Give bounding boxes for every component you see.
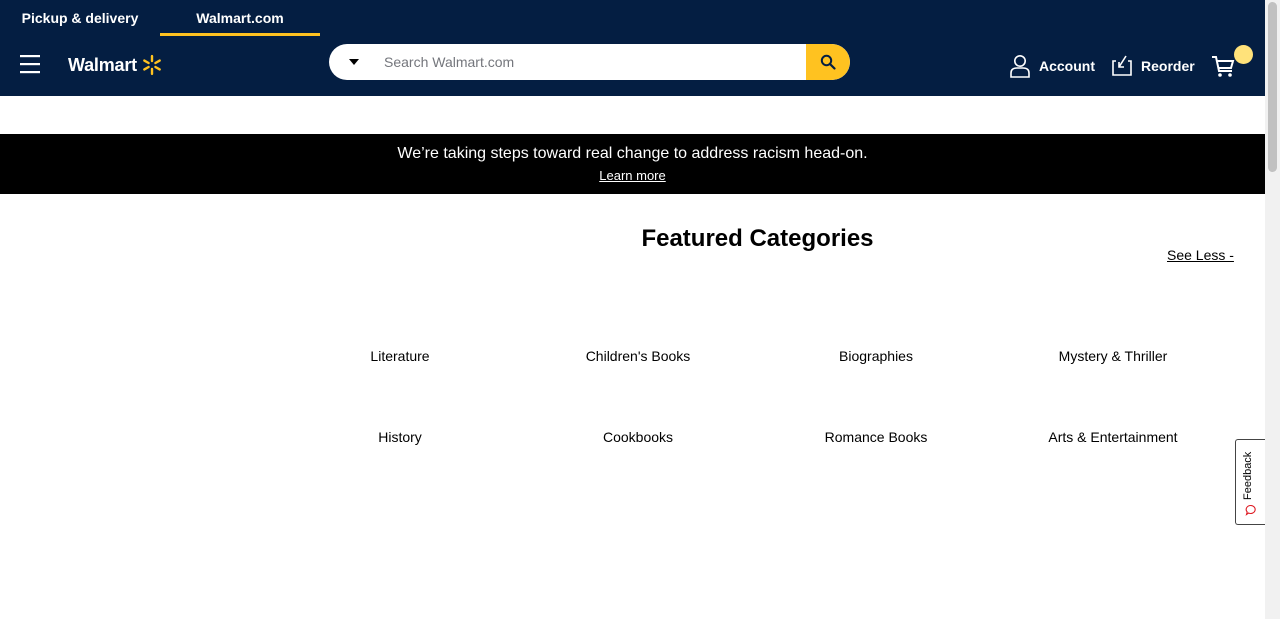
account-label: Account [1039, 58, 1095, 74]
logo-text: Walmart [68, 54, 137, 75]
search-input[interactable] [375, 44, 806, 80]
tab-walmart-com[interactable]: Walmart.com [160, 0, 320, 36]
search-button[interactable] [806, 44, 850, 80]
hamburger-menu-icon[interactable] [18, 52, 42, 76]
page: Pickup & delivery Walmart.com Walmart Se… [0, 0, 1280, 619]
reorder-link[interactable]: Reorder [1111, 54, 1195, 78]
announcement-banner: We’re taking steps toward real change to… [0, 134, 1265, 194]
caret-down-icon [349, 59, 359, 65]
account-link[interactable]: Account [1009, 54, 1095, 78]
search-icon [820, 54, 836, 70]
header-tabs: Pickup & delivery Walmart.com [0, 0, 320, 36]
banner-text: We’re taking steps toward real change to… [397, 145, 868, 162]
chat-bubble-icon [1245, 504, 1256, 516]
reorder-icon [1112, 55, 1132, 76]
feedback-tab[interactable]: Feedback [1235, 439, 1266, 525]
learn-more-link[interactable]: Learn more [599, 168, 665, 183]
search-bar [329, 44, 850, 80]
category-childrens-books[interactable]: Children's Books [519, 348, 757, 364]
site-header: Pickup & delivery Walmart.com Walmart Se… [0, 0, 1265, 96]
category-romance-books[interactable]: Romance Books [757, 429, 995, 445]
category-literature[interactable]: Literature [281, 348, 519, 364]
feedback-label: Feedback [1242, 451, 1254, 500]
department-dropdown[interactable] [329, 44, 375, 80]
page-scrollbar[interactable] [1265, 0, 1280, 619]
category-arts-entertainment[interactable]: Arts & Entertainment [994, 429, 1232, 445]
category-mystery-thriller[interactable]: Mystery & Thriller [994, 348, 1232, 364]
category-cookbooks[interactable]: Cookbooks [519, 429, 757, 445]
scrollbar-thumb[interactable] [1268, 2, 1277, 172]
reorder-label: Reorder [1141, 58, 1195, 74]
category-history[interactable]: History [281, 429, 519, 445]
tab-pickup-delivery[interactable]: Pickup & delivery [0, 0, 160, 36]
walmart-logo[interactable]: Walmart [68, 52, 163, 78]
cart-count-badge [1234, 45, 1253, 64]
category-biographies[interactable]: Biographies [757, 348, 995, 364]
featured-categories-title: Featured Categories [641, 225, 874, 252]
walmart-spark-icon [143, 54, 161, 76]
see-less-link[interactable]: See Less - [1167, 247, 1234, 263]
person-icon [1010, 55, 1030, 78]
